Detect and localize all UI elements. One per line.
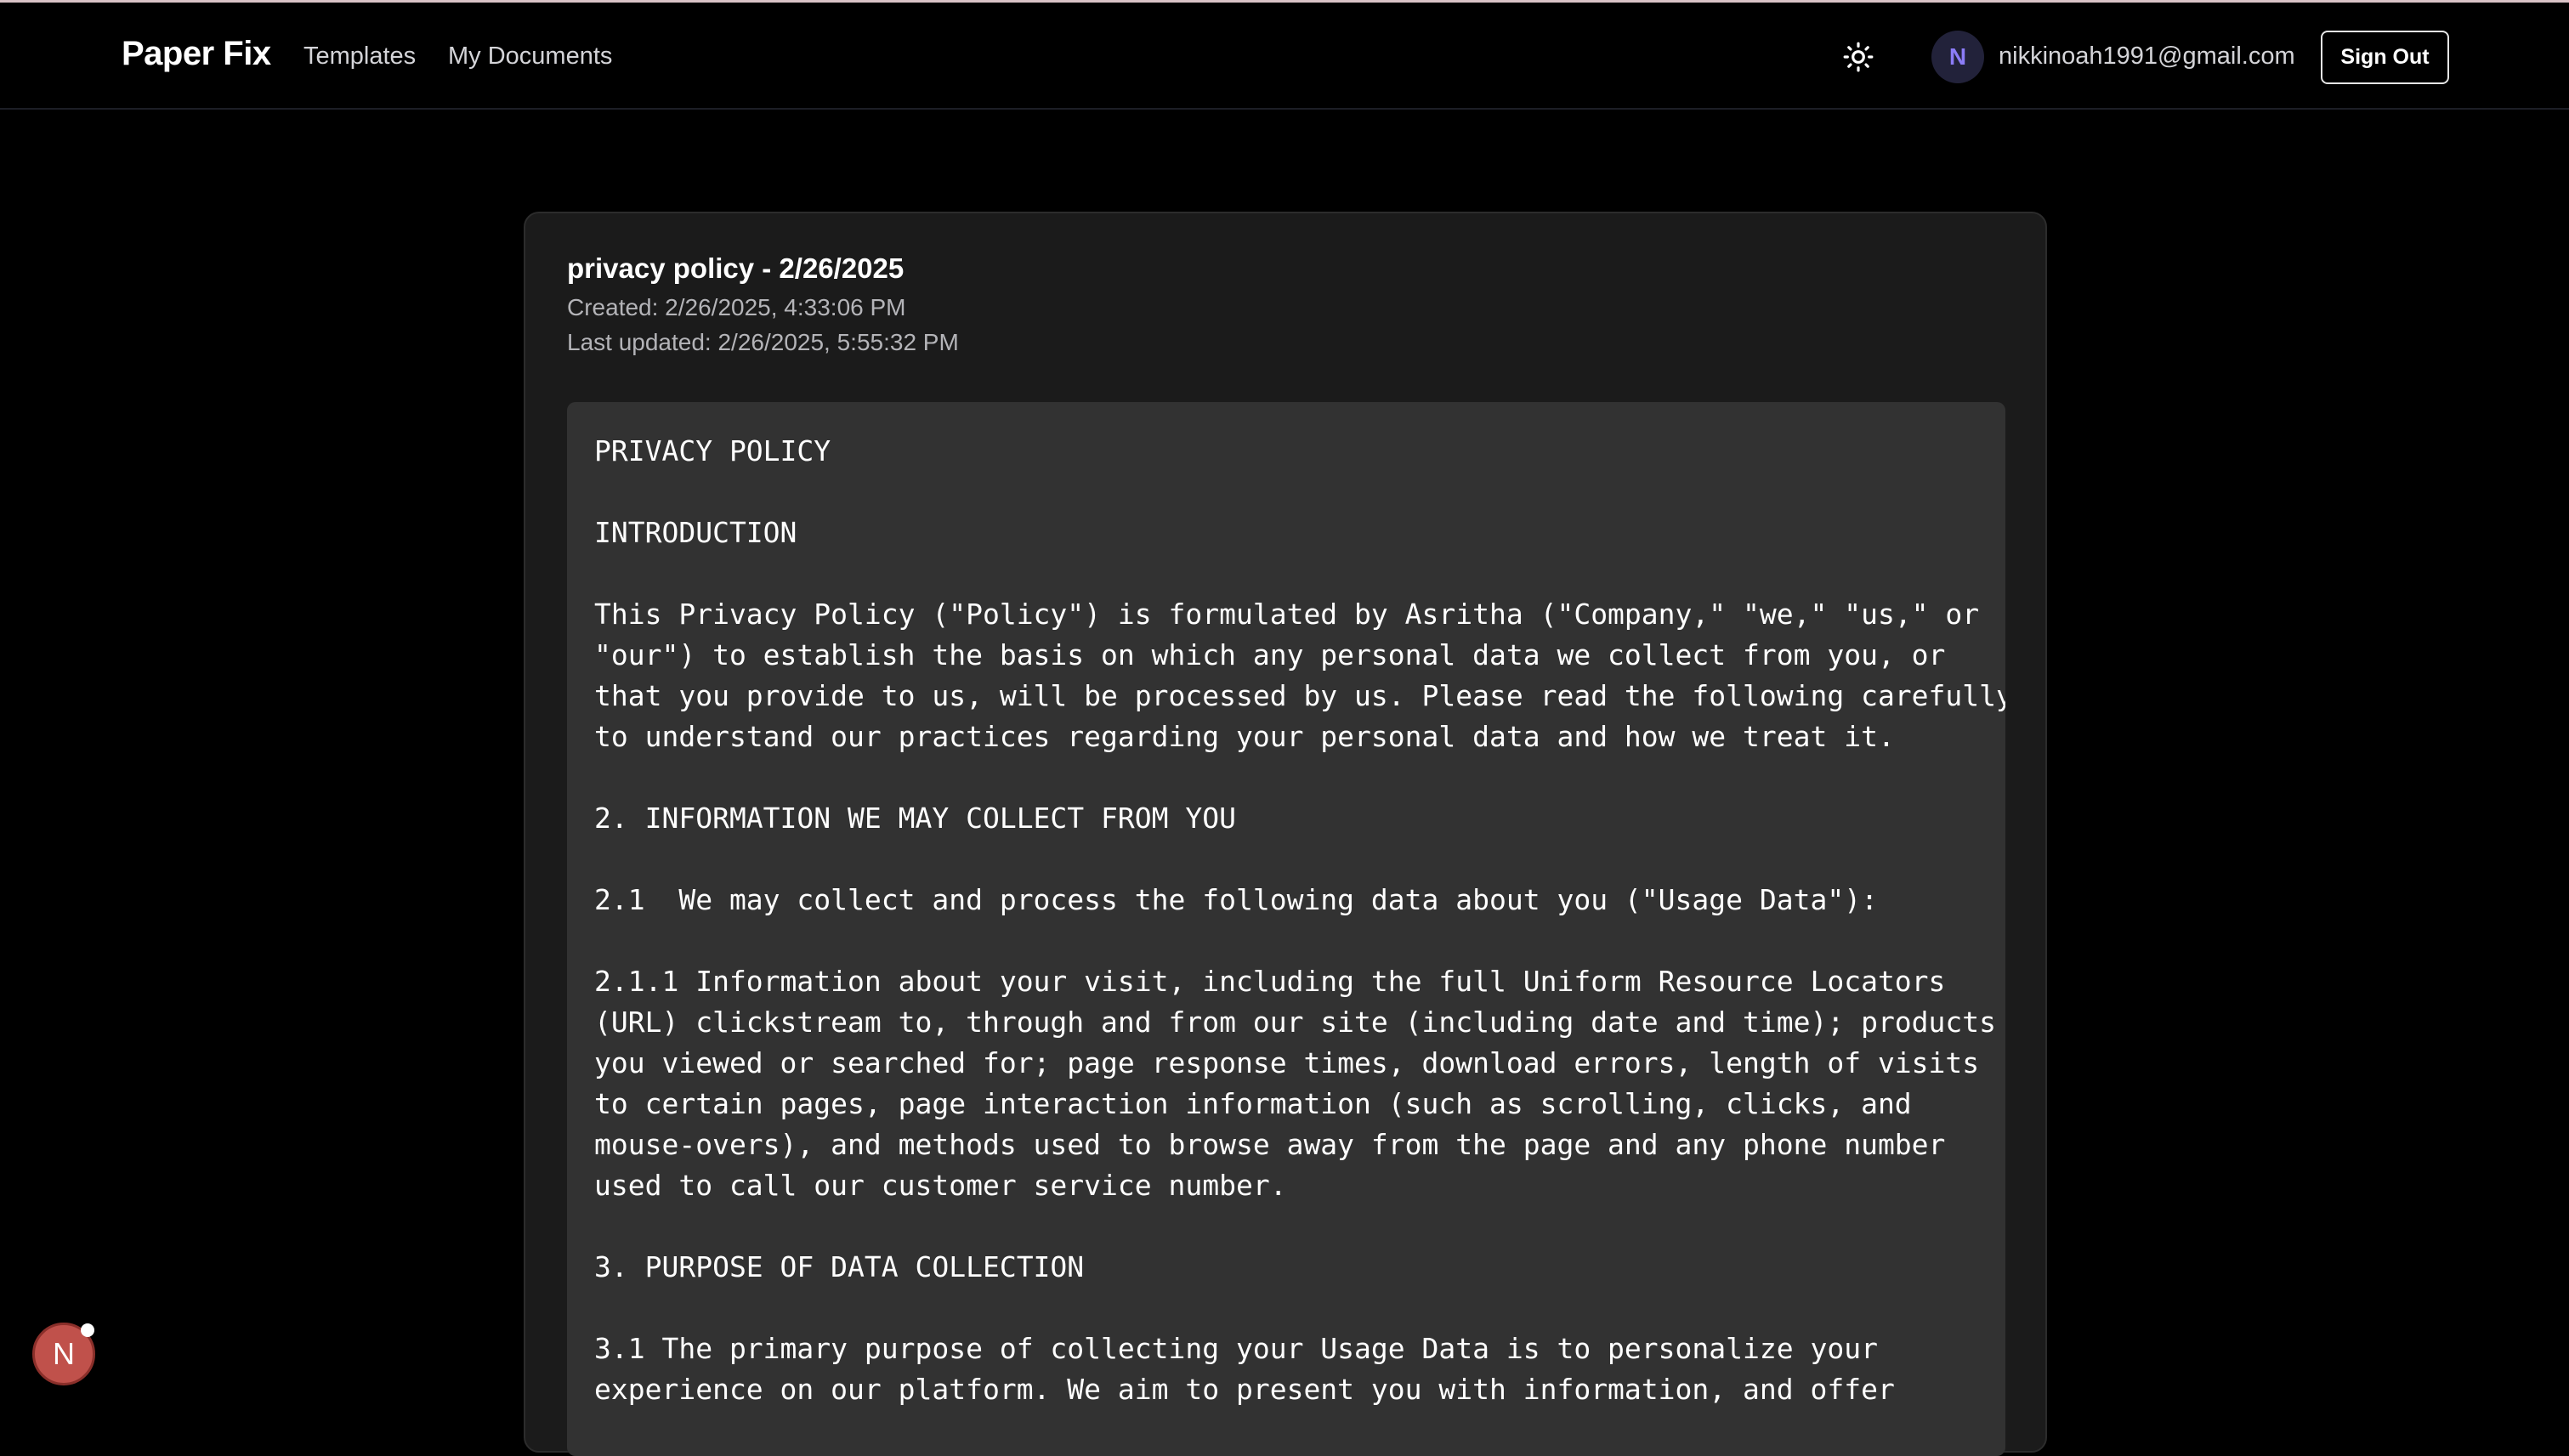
notification-dot-icon — [81, 1323, 94, 1337]
sun-icon — [1843, 42, 1874, 72]
document-content-text: PRIVACY POLICY INTRODUCTION This Privacy… — [594, 434, 2005, 1406]
top-navbar: Paper Fix Templates My Documents N nikki… — [0, 3, 2569, 110]
nav-link-templates[interactable]: Templates — [303, 42, 416, 71]
user-avatar[interactable]: N — [1931, 31, 1984, 83]
document-updated-date: Last updated: 2/26/2025, 5:55:32 PM — [567, 329, 959, 355]
document-created-date: Created: 2/26/2025, 4:33:06 PM — [567, 294, 906, 320]
sign-out-button[interactable]: Sign Out — [2321, 31, 2449, 84]
user-email: nikkinoah1991@gmail.com — [1999, 42, 2295, 70]
document-card: privacy policy - 2/26/2025 Created: 2/26… — [524, 212, 2047, 1456]
nav-link-my-documents[interactable]: My Documents — [448, 42, 612, 71]
document-content-box[interactable]: PRIVACY POLICY INTRODUCTION This Privacy… — [567, 402, 2005, 1456]
document-title: privacy policy - 2/26/2025 — [567, 252, 905, 284]
brand-logo[interactable]: Paper Fix — [122, 35, 271, 73]
theme-toggle-button[interactable] — [1841, 40, 1875, 74]
